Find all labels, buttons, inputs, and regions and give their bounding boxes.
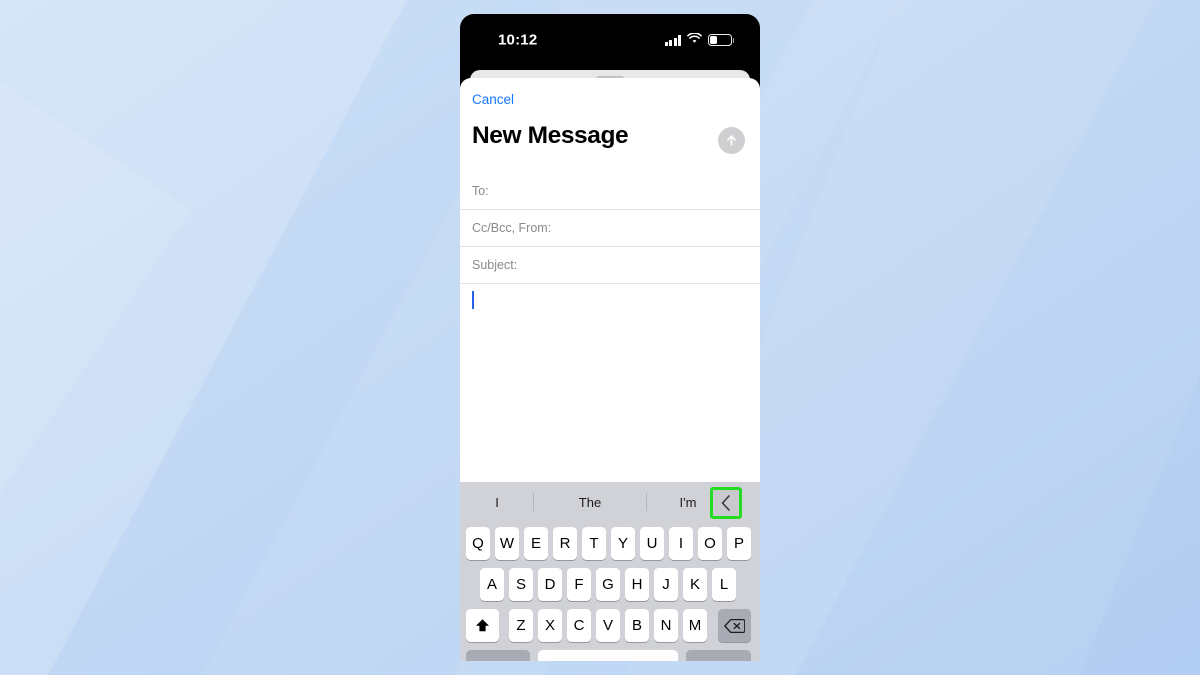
compose-sheet: Cancel New Message To: Cc/Bcc, From: Sub… [460, 78, 760, 661]
key-x[interactable]: X [538, 609, 562, 642]
to-field-row[interactable]: To: [460, 173, 760, 210]
prediction-candidate-2[interactable]: The [535, 482, 645, 522]
key-u[interactable]: U [640, 527, 664, 560]
delete-key[interactable] [718, 609, 751, 642]
status-bar: 10:12 [460, 14, 760, 58]
cancel-button[interactable]: Cancel [472, 92, 514, 107]
key-g[interactable]: G [596, 568, 620, 601]
collapse-predictive-bar-button[interactable] [710, 487, 742, 519]
message-body-input[interactable] [460, 284, 760, 417]
key-y[interactable]: Y [611, 527, 635, 560]
numeric-key[interactable]: 123 [466, 650, 530, 661]
key-f[interactable]: F [567, 568, 591, 601]
key-k[interactable]: K [683, 568, 707, 601]
key-d[interactable]: D [538, 568, 562, 601]
on-screen-keyboard: I The I'm Q W E R T Y U I O P A S D F G … [460, 482, 760, 661]
key-t[interactable]: T [582, 527, 606, 560]
key-e[interactable]: E [524, 527, 548, 560]
key-i[interactable]: I [669, 527, 693, 560]
backspace-delete-icon [724, 618, 745, 633]
key-z[interactable]: Z [509, 609, 533, 642]
key-p[interactable]: P [727, 527, 751, 560]
status-bar-time: 10:12 [498, 31, 538, 49]
key-j[interactable]: J [654, 568, 678, 601]
key-m[interactable]: M [683, 609, 707, 642]
wifi-icon [687, 31, 702, 49]
prediction-candidate-1[interactable]: I [462, 482, 532, 522]
arrow-up-circle-icon [727, 135, 736, 146]
key-o[interactable]: O [698, 527, 722, 560]
space-key[interactable]: space [538, 650, 678, 661]
key-h[interactable]: H [625, 568, 649, 601]
battery-low-icon [708, 34, 735, 46]
phone-device-frame: 10:12 Cancel New Message To: Cc/Bcc, Fro… [460, 14, 760, 661]
key-r[interactable]: R [553, 527, 577, 560]
cc-bcc-from-field-label: Cc/Bcc, From: [472, 221, 552, 235]
key-n[interactable]: N [654, 609, 678, 642]
subject-field-row[interactable]: Subject: [460, 247, 760, 284]
send-button[interactable] [718, 127, 745, 154]
cc-bcc-from-field-row[interactable]: Cc/Bcc, From: [460, 210, 760, 247]
key-v[interactable]: V [596, 609, 620, 642]
prediction-divider [533, 493, 534, 511]
cellular-signal-icon [664, 34, 681, 46]
to-field-label: To: [472, 184, 489, 198]
prediction-divider [646, 493, 647, 511]
key-s[interactable]: S [509, 568, 533, 601]
status-bar-icons [664, 31, 735, 49]
key-q[interactable]: Q [466, 527, 490, 560]
key-b[interactable]: B [625, 609, 649, 642]
text-caret [472, 291, 474, 309]
key-w[interactable]: W [495, 527, 519, 560]
predictive-text-bar: I The I'm [460, 482, 760, 522]
shift-arrow-up-icon [476, 619, 489, 632]
key-a[interactable]: A [480, 568, 504, 601]
key-c[interactable]: C [567, 609, 591, 642]
page-title: New Message [472, 122, 629, 149]
wallpaper-band [0, 0, 192, 675]
return-key[interactable]: return [686, 650, 751, 661]
chevron-left-icon [721, 495, 730, 511]
shift-key[interactable] [466, 609, 499, 642]
key-l[interactable]: L [712, 568, 736, 601]
subject-field-label: Subject: [472, 258, 518, 272]
